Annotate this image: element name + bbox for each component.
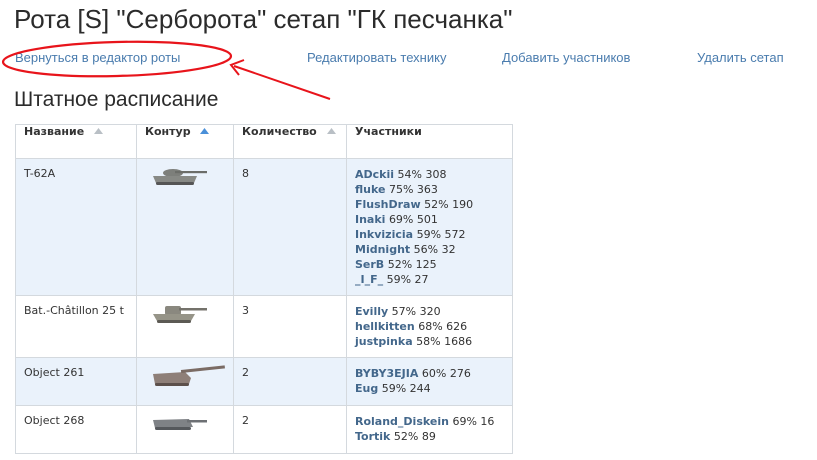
member-link[interactable]: ADckii	[355, 168, 394, 181]
table-row: Bat.-Châtillon 25 t 3 Evilly 57% 320 hel…	[15, 295, 513, 358]
vehicle-name: T-62A	[15, 158, 137, 296]
section-title: Штатное расписание	[14, 88, 219, 111]
member-link[interactable]: BYBY3EJIA	[355, 367, 418, 380]
member-stats: 59% 27	[386, 273, 429, 286]
member: Midnight 56% 32	[355, 242, 504, 257]
sort-up-icon[interactable]	[94, 128, 104, 134]
member-stats: 59% 572	[416, 228, 466, 241]
member-link[interactable]: Roland_Diskein	[355, 415, 449, 428]
member: Tortik 52% 89	[355, 429, 504, 444]
member-stats: 59% 244	[381, 382, 431, 395]
member: Evilly 57% 320	[355, 304, 504, 319]
vehicle-name: Object 261	[15, 357, 137, 406]
member-link[interactable]: hellkitten	[355, 320, 415, 333]
vehicle-count: 2	[233, 405, 347, 454]
tank-object268-icon	[153, 419, 207, 430]
column-count-header[interactable]: Количество	[233, 124, 347, 159]
member: Inkvizicia 59% 572	[355, 227, 504, 242]
tank-contour	[136, 357, 234, 406]
vehicle-count: 2	[233, 357, 347, 406]
members-list: ADckii 54% 308 fluke 75% 363 FlushDraw 5…	[346, 158, 513, 296]
delete-setup-link[interactable]: Удалить сетап	[697, 50, 784, 65]
member-link[interactable]: Inkvizicia	[355, 228, 413, 241]
member: ADckii 54% 308	[355, 167, 504, 182]
members-list: Roland_Diskein 69% 16 Tortik 52% 89	[346, 405, 513, 454]
edit-vehicles-link[interactable]: Редактировать технику	[307, 50, 446, 65]
member-stats: 75% 363	[388, 183, 438, 196]
member-stats: 56% 32	[413, 243, 456, 256]
member-link[interactable]: SerB	[355, 258, 384, 271]
member: _I_F_ 59% 27	[355, 272, 504, 287]
column-name-header[interactable]: Название	[15, 124, 137, 159]
add-members-link[interactable]: Добавить участников	[502, 50, 630, 65]
vehicle-name: Object 268	[15, 405, 137, 454]
member: FlushDraw 52% 190	[355, 197, 504, 212]
member: Eug 59% 244	[355, 381, 504, 396]
member-link[interactable]: fluke	[355, 183, 385, 196]
member-link[interactable]: Inaki	[355, 213, 385, 226]
table-header-row: Название Контур Количество Участники	[15, 124, 513, 159]
member-link[interactable]: justpinka	[355, 335, 413, 348]
member-stats: 52% 89	[393, 430, 436, 443]
member-stats: 69% 16	[452, 415, 495, 428]
member-stats: 57% 320	[391, 305, 441, 318]
vehicle-count: 3	[233, 295, 347, 358]
column-members-label: Участники	[355, 125, 422, 138]
member-stats: 52% 125	[387, 258, 437, 271]
member-stats: 60% 276	[421, 367, 471, 380]
table-row: Object 268 2 Roland_Diskein 69% 16 Torti…	[15, 405, 513, 454]
column-contour-label: Контур	[145, 125, 191, 138]
sort-up-active-icon[interactable]	[200, 128, 210, 134]
member-link[interactable]: Evilly	[355, 305, 388, 318]
tank-contour	[136, 405, 234, 454]
member: SerB 52% 125	[355, 257, 504, 272]
column-contour-header[interactable]: Контур	[136, 124, 234, 159]
members-list: BYBY3EJIA 60% 276 Eug 59% 244	[346, 357, 513, 406]
member: BYBY3EJIA 60% 276	[355, 366, 504, 381]
member: fluke 75% 363	[355, 182, 504, 197]
member: Inaki 69% 501	[355, 212, 504, 227]
page-title: Рота [S] "Серборота" сетап "ГК песчанка"	[14, 4, 513, 34]
tank-contour	[136, 158, 234, 296]
member: hellkitten 68% 626	[355, 319, 504, 334]
member-stats: 68% 626	[418, 320, 468, 333]
tank-batchat-icon	[153, 306, 207, 323]
member-link[interactable]: Eug	[355, 382, 378, 395]
member-stats: 54% 308	[397, 168, 447, 181]
column-count-label: Количество	[242, 125, 317, 138]
member: Roland_Diskein 69% 16	[355, 414, 504, 429]
member-link[interactable]: FlushDraw	[355, 198, 421, 211]
table-row: Object 261 2 BYBY3EJIA 60% 276 Eug 59% 2…	[15, 357, 513, 406]
member-link[interactable]: _I_F_	[355, 273, 383, 286]
vehicle-name: Bat.-Châtillon 25 t	[15, 295, 137, 358]
member: justpinka 58% 1686	[355, 334, 504, 349]
vehicle-count: 8	[233, 158, 347, 296]
member-stats: 69% 501	[388, 213, 438, 226]
member-link[interactable]: Tortik	[355, 430, 390, 443]
sort-up-icon[interactable]	[326, 128, 336, 134]
column-members-header: Участники	[346, 124, 513, 159]
members-list: Evilly 57% 320 hellkitten 68% 626 justpi…	[346, 295, 513, 358]
tank-contour	[136, 295, 234, 358]
tank-object261-icon	[153, 365, 225, 386]
tank-t62a-icon	[153, 169, 207, 185]
member-stats: 52% 190	[424, 198, 474, 211]
member-link[interactable]: Midnight	[355, 243, 410, 256]
table-row: T-62A 8 ADckii 54% 308 fluke 75% 363 Flu…	[15, 158, 513, 296]
member-stats: 58% 1686	[416, 335, 473, 348]
column-name-label: Название	[24, 125, 85, 138]
staff-table: Название Контур Количество Участники T-6…	[15, 124, 513, 454]
back-to-editor-link[interactable]: Вернуться в редактор роты	[15, 50, 180, 65]
